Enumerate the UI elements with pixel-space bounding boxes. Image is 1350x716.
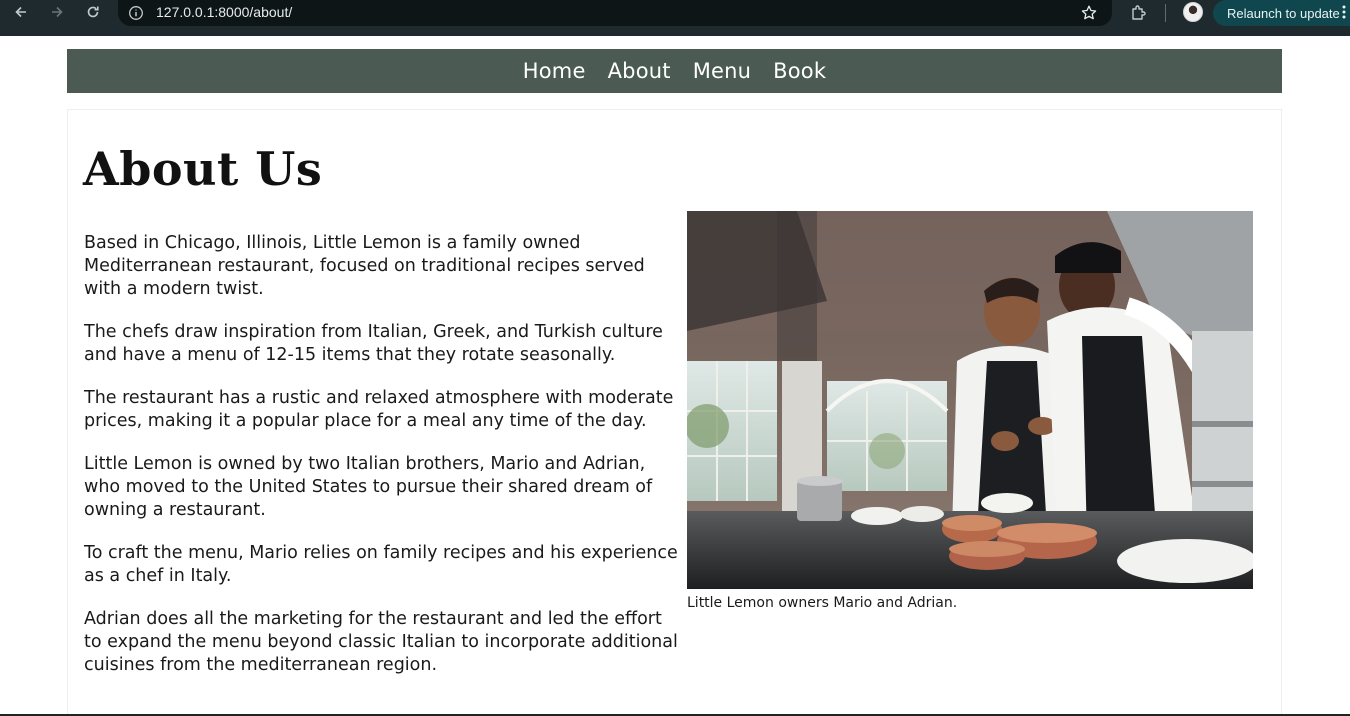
address-bar[interactable]: 127.0.0.1:8000/about/ bbox=[118, 0, 1112, 26]
owners-figure: Little Lemon owners Mario and Adrian. bbox=[687, 211, 1253, 611]
browser-toolbar: 127.0.0.1:8000/about/ Relaunch to update bbox=[0, 0, 1350, 36]
nav-link-home[interactable]: Home bbox=[523, 59, 586, 83]
relaunch-label: Relaunch to update bbox=[1227, 5, 1340, 21]
bookmark-star-icon[interactable] bbox=[1080, 4, 1098, 22]
reload-icon[interactable] bbox=[81, 0, 105, 24]
extensions-icon[interactable] bbox=[1129, 3, 1149, 23]
about-paragraph: The restaurant has a rustic and relaxed … bbox=[84, 388, 674, 431]
nav-link-book[interactable]: Book bbox=[773, 59, 826, 83]
nav-link-menu[interactable]: Menu bbox=[693, 59, 751, 83]
more-menu-icon[interactable] bbox=[1342, 4, 1346, 20]
page-title: About Us bbox=[83, 142, 323, 196]
about-text: Based in Chicago, Illinois, Little Lemon… bbox=[84, 232, 684, 697]
back-icon[interactable] bbox=[9, 0, 33, 24]
about-paragraph: Adrian does all the marketing for the re… bbox=[84, 609, 678, 675]
forward-icon[interactable] bbox=[45, 0, 69, 24]
image-caption: Little Lemon owners Mario and Adrian. bbox=[687, 595, 958, 611]
about-paragraph: To craft the menu, Mario relies on famil… bbox=[84, 543, 678, 586]
about-paragraph: The chefs draw inspiration from Italian,… bbox=[84, 322, 663, 365]
site-nav: Home About Menu Book bbox=[67, 49, 1282, 93]
toolbar-divider bbox=[1165, 4, 1166, 22]
about-paragraph: Little Lemon is owned by two Italian bro… bbox=[84, 454, 653, 520]
owners-photo bbox=[687, 211, 1253, 589]
relaunch-button[interactable]: Relaunch to update bbox=[1213, 0, 1350, 26]
nav-link-about[interactable]: About bbox=[608, 59, 671, 83]
about-paragraph: Based in Chicago, Illinois, Little Lemon… bbox=[84, 233, 645, 299]
site-info-icon[interactable] bbox=[128, 5, 144, 21]
profile-avatar[interactable] bbox=[1183, 2, 1203, 22]
url-text[interactable]: 127.0.0.1:8000/about/ bbox=[156, 4, 292, 20]
